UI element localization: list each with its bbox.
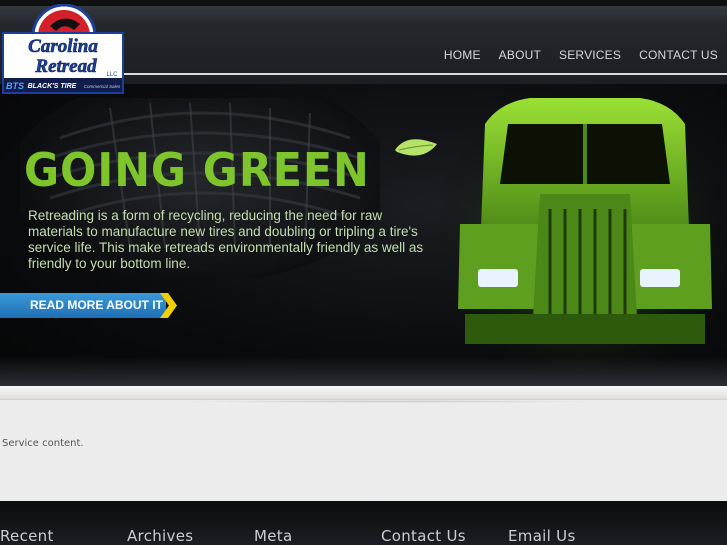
logo-line1: Carolina	[28, 36, 98, 57]
hero-bottom-fade	[0, 356, 727, 386]
nav-services[interactable]: SERVICES	[550, 46, 630, 66]
main-content: Service content.	[0, 386, 727, 501]
read-more-button[interactable]: READ MORE ABOUT IT	[0, 293, 178, 318]
content-top-band	[0, 386, 727, 400]
logo-tagline2: Commercial Sales	[84, 84, 121, 89]
nav-contact-us[interactable]: CONTACT US	[630, 46, 727, 66]
service-content-text: Service content.	[2, 438, 84, 449]
footer-heading-meta: Meta	[254, 527, 293, 545]
read-more-button-label: READ MORE ABOUT IT	[30, 298, 163, 312]
logo-tagline: BLACK'S TIRE	[28, 83, 77, 90]
header-divider	[120, 73, 727, 75]
nav-about[interactable]: ABOUT	[490, 46, 550, 66]
hero-description: Retreading is a form of recycling, reduc…	[28, 208, 424, 271]
logo-line2: Retread	[34, 56, 97, 77]
right-headlight	[640, 269, 680, 287]
logo-suffix: LLC	[106, 72, 118, 78]
green-truck-image	[440, 84, 727, 374]
hero-banner: GOING GREEN Retreading is a form of recy…	[0, 84, 727, 386]
carolina-retread-logo-graphic: Carolina Retread LLC BTS BLACK'S TIRE Co…	[2, 3, 124, 94]
content-band-shadow	[180, 400, 600, 403]
hero-title: GOING GREEN	[24, 143, 370, 197]
footer-heading-email-us: Email Us	[508, 527, 576, 545]
logo-badge: BTS	[6, 81, 24, 91]
footer-heading-recent: Recent	[0, 527, 54, 545]
main-nav: HOME ABOUT SERVICES CONTACT US	[435, 46, 727, 66]
leaf-icon	[395, 139, 437, 156]
nav-home[interactable]: HOME	[435, 46, 490, 66]
left-headlight	[478, 269, 518, 287]
site-footer: Recent Archives Meta Contact Us Email Us	[0, 501, 727, 545]
site-logo[interactable]: Carolina Retread LLC BTS BLACK'S TIRE Co…	[0, 3, 127, 94]
footer-heading-archives: Archives	[127, 527, 194, 545]
footer-heading-contact-us: Contact Us	[381, 527, 466, 545]
